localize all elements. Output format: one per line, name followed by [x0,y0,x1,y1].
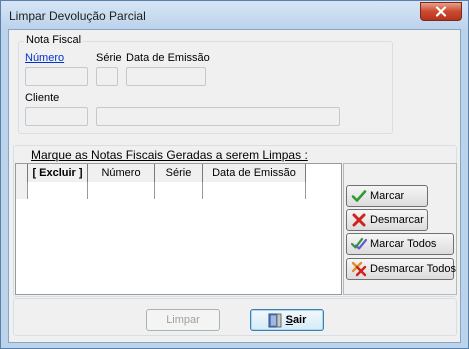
numero-link[interactable]: Número [25,52,64,64]
grid-cell-excluir[interactable] [28,182,88,199]
grid-row-indicator [16,182,28,199]
check-icon [351,190,367,202]
sair-accelerator: S [285,314,293,326]
numero-field[interactable] [25,67,88,86]
sair-label: Sair [286,314,307,326]
grid-col-serie[interactable]: Série [155,164,203,182]
cliente-code-field[interactable] [25,107,88,126]
dialog-window: Limpar Devolução Parcial Nota Fiscal Núm… [0,0,469,349]
sair-label-rest: air [292,314,307,326]
multi-x-mark-icon [351,261,367,277]
desmarcar-todos-label: Desmarcar Todos [370,263,456,275]
exit-door-icon [268,313,282,327]
close-icon [435,6,447,17]
x-mark-icon [352,213,366,227]
notas-geradas-group-title: Marque as Notas Fiscais Geradas a serem … [31,148,308,162]
marcar-todos-label: Marcar Todos [370,238,437,250]
grid-indicator-header [16,164,28,182]
title-bar[interactable]: Limpar Devolução Parcial [1,1,468,29]
limpar-label: Limpar [166,314,200,326]
marcar-button[interactable]: Marcar [346,185,428,207]
footer-panel [13,298,457,336]
desmarcar-todos-button[interactable]: Desmarcar Todos [346,258,456,280]
desmarcar-label: Desmarcar [370,214,424,226]
serie-label: Série [96,52,122,64]
marcar-todos-button[interactable]: Marcar Todos [346,233,454,255]
double-check-icon [351,237,367,250]
grid-col-data-emissao[interactable]: Data de Emissão [203,164,306,182]
nota-fiscal-group-title: Nota Fiscal [24,34,84,46]
grid-cell-serie[interactable] [155,182,203,199]
grid-col-excluir[interactable]: [ Excluir ] [28,164,88,182]
limpar-button[interactable]: Limpar [146,309,220,331]
marcar-label: Marcar [370,190,405,202]
close-button[interactable] [420,2,462,21]
data-emissao-label: Data de Emissão [126,52,210,64]
cliente-name-field[interactable] [96,107,340,126]
grid-col-numero[interactable]: Número [88,164,155,182]
grid-cell-data-emissao[interactable] [203,182,306,199]
grid-cell-numero[interactable] [88,182,155,199]
desmarcar-button[interactable]: Desmarcar [346,209,428,231]
grid-header-row: [ Excluir ] Número Série Data de Emissão [16,164,306,182]
sair-button[interactable]: Sair [250,309,324,331]
cliente-label: Cliente [25,92,60,104]
notas-grid[interactable]: [ Excluir ] Número Série Data de Emissão [15,163,342,295]
window-title: Limpar Devolução Parcial [9,9,146,23]
data-emissao-field[interactable] [126,67,206,86]
dialog-client-area: Nota Fiscal Número Série Data de Emissão… [8,29,461,343]
serie-field[interactable] [96,67,118,86]
table-row[interactable] [16,182,306,199]
